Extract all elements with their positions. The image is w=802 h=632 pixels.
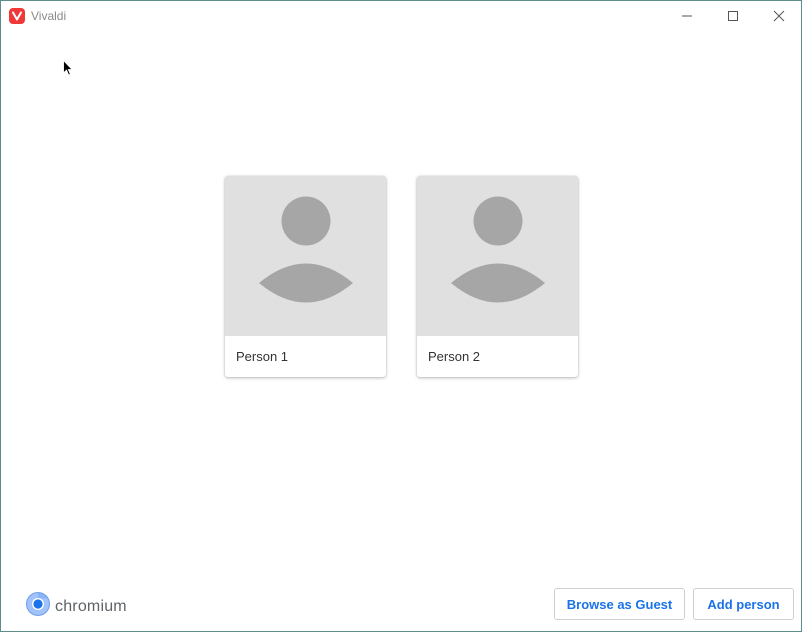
close-button[interactable] — [756, 1, 802, 31]
minimize-icon — [681, 10, 693, 22]
minimize-button[interactable] — [664, 1, 710, 31]
profile-picker-window: Vivaldi Person 1 Person 2 chromium Brows… — [0, 0, 802, 632]
profile-card-person-2[interactable]: Person 2 — [417, 176, 578, 377]
mouse-cursor-icon — [63, 59, 74, 81]
close-icon — [773, 10, 785, 22]
profile-list: Person 1 Person 2 — [225, 176, 578, 377]
maximize-icon — [727, 10, 739, 22]
maximize-button[interactable] — [710, 1, 756, 31]
profile-card-person-1[interactable]: Person 1 — [225, 176, 386, 377]
vivaldi-icon — [9, 8, 25, 24]
profile-name: Person 2 — [428, 349, 481, 364]
avatar — [417, 176, 578, 336]
chromium-icon — [26, 592, 50, 621]
profile-name: Person 1 — [236, 349, 289, 364]
browse-as-guest-button[interactable]: Browse as Guest — [554, 588, 685, 620]
title-bar[interactable]: Vivaldi — [1, 1, 801, 31]
default-avatar-icon — [450, 196, 546, 317]
chromium-logo: chromium — [26, 592, 127, 621]
default-avatar-icon — [258, 196, 354, 317]
brand-label: chromium — [55, 597, 127, 615]
avatar — [225, 176, 386, 336]
add-person-button[interactable]: Add person — [693, 588, 794, 620]
window-title: Vivaldi — [31, 9, 67, 23]
